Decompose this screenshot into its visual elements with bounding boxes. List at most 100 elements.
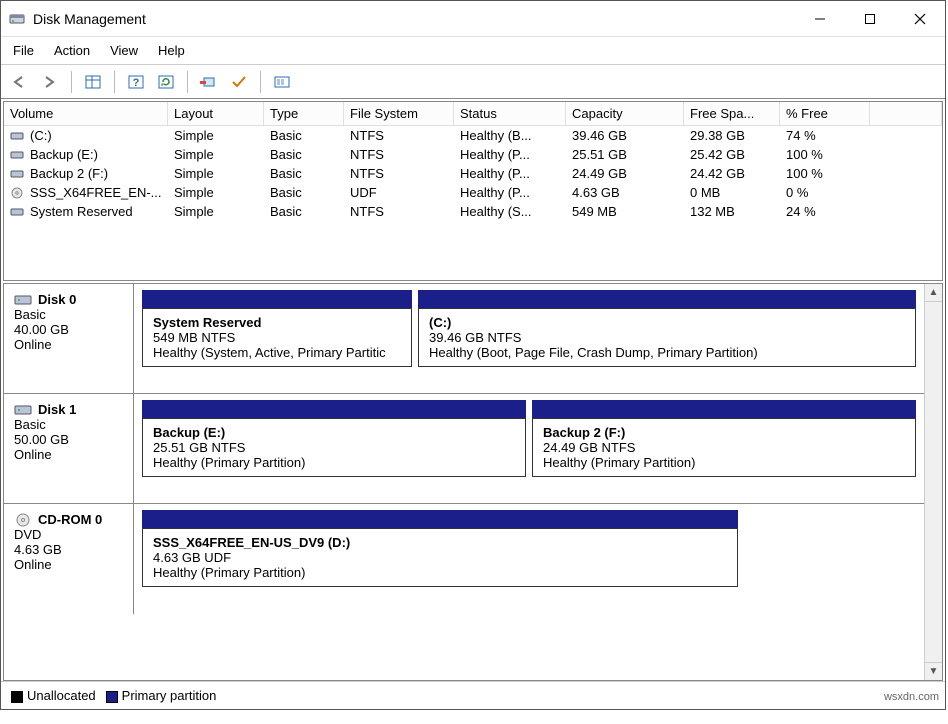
disk-info: Disk 0 Basic 40.00 GB Online bbox=[4, 284, 134, 393]
cell-layout: Simple bbox=[168, 126, 264, 145]
cell-pct-free: 24 % bbox=[780, 202, 870, 221]
table-row[interactable]: SSS_X64FREE_EN-...SimpleBasicUDFHealthy … bbox=[4, 183, 942, 202]
disk-graphical-pane: Disk 0 Basic 40.00 GB Online System Rese… bbox=[3, 283, 943, 681]
col-volume[interactable]: Volume bbox=[4, 102, 168, 125]
cell-volume: (C:) bbox=[4, 126, 168, 145]
partition-meta: 4.63 GB UDF bbox=[153, 550, 727, 565]
refresh-button[interactable] bbox=[153, 69, 179, 95]
rescan-disks-button[interactable] bbox=[196, 69, 222, 95]
legend: Unallocated Primary partition bbox=[1, 681, 945, 709]
partition-status: Healthy (Primary Partition) bbox=[543, 455, 905, 470]
hard-disk-icon bbox=[14, 293, 32, 307]
disk-size: 50.00 GB bbox=[14, 432, 127, 447]
table-row[interactable]: (C:)SimpleBasicNTFSHealthy (B...39.46 GB… bbox=[4, 126, 942, 145]
disk-title: Disk 0 bbox=[38, 292, 76, 307]
table-row[interactable]: System ReservedSimpleBasicNTFSHealthy (S… bbox=[4, 202, 942, 221]
disk-row[interactable]: Disk 0 Basic 40.00 GB Online System Rese… bbox=[4, 284, 924, 394]
cell-volume: System Reserved bbox=[4, 202, 168, 221]
partition-meta: 39.46 GB NTFS bbox=[429, 330, 905, 345]
view-list-button[interactable] bbox=[80, 69, 106, 95]
cell-status: Healthy (P... bbox=[454, 164, 566, 183]
hard-disk-icon bbox=[14, 403, 32, 417]
cell-layout: Simple bbox=[168, 164, 264, 183]
cd-icon bbox=[10, 187, 24, 199]
menu-file[interactable]: File bbox=[13, 43, 34, 58]
cell-layout: Simple bbox=[168, 145, 264, 164]
partition-block[interactable]: System Reserved 549 MB NTFS Healthy (Sys… bbox=[142, 308, 412, 367]
nav-back-button[interactable] bbox=[7, 69, 33, 95]
volume-table-header: Volume Layout Type File System Status Ca… bbox=[4, 102, 942, 126]
partition-bar bbox=[142, 400, 526, 418]
apply-button[interactable] bbox=[226, 69, 252, 95]
cell-status: Healthy (S... bbox=[454, 202, 566, 221]
col-layout[interactable]: Layout bbox=[168, 102, 264, 125]
cell-free-space: 25.42 GB bbox=[684, 145, 780, 164]
menu-action[interactable]: Action bbox=[54, 43, 90, 58]
partition-status: Healthy (Boot, Page File, Crash Dump, Pr… bbox=[429, 345, 905, 360]
swatch-unallocated-icon bbox=[11, 691, 23, 703]
partition-meta: 549 MB NTFS bbox=[153, 330, 401, 345]
cell-filesystem: NTFS bbox=[344, 202, 454, 221]
partition-meta: 25.51 GB NTFS bbox=[153, 440, 515, 455]
cell-type: Basic bbox=[264, 164, 344, 183]
disk-state: Online bbox=[14, 337, 127, 352]
partition-block[interactable]: Backup (E:) 25.51 GB NTFS Healthy (Prima… bbox=[142, 418, 526, 477]
settings-button[interactable] bbox=[269, 69, 295, 95]
cell-type: Basic bbox=[264, 145, 344, 164]
col-status[interactable]: Status bbox=[454, 102, 566, 125]
cell-filesystem: UDF bbox=[344, 183, 454, 202]
nav-forward-button[interactable] bbox=[37, 69, 63, 95]
cell-capacity: 25.51 GB bbox=[566, 145, 684, 164]
cell-layout: Simple bbox=[168, 183, 264, 202]
window-title: Disk Management bbox=[33, 11, 146, 27]
app-icon bbox=[9, 11, 25, 27]
col-capacity[interactable]: Capacity bbox=[566, 102, 684, 125]
cell-type: Basic bbox=[264, 202, 344, 221]
cell-free-space: 29.38 GB bbox=[684, 126, 780, 145]
cell-type: Basic bbox=[264, 126, 344, 145]
col-pct-free[interactable]: % Free bbox=[780, 102, 870, 125]
volume-icon bbox=[10, 168, 24, 180]
disk-row[interactable]: Disk 1 Basic 50.00 GB Online Backup (E:)… bbox=[4, 394, 924, 504]
col-filesystem[interactable]: File System bbox=[344, 102, 454, 125]
cell-volume: SSS_X64FREE_EN-... bbox=[4, 183, 168, 202]
maximize-button[interactable] bbox=[845, 1, 895, 36]
cell-capacity: 24.49 GB bbox=[566, 164, 684, 183]
cell-capacity: 549 MB bbox=[566, 202, 684, 221]
disk-type: DVD bbox=[14, 527, 127, 542]
minimize-button[interactable] bbox=[795, 1, 845, 36]
legend-primary-partition: Primary partition bbox=[106, 688, 217, 703]
col-free-space[interactable]: Free Spa... bbox=[684, 102, 780, 125]
table-row[interactable]: Backup (E:)SimpleBasicNTFSHealthy (P...2… bbox=[4, 145, 942, 164]
menu-help[interactable]: Help bbox=[158, 43, 185, 58]
disk-title: Disk 1 bbox=[38, 402, 76, 417]
svg-text:?: ? bbox=[133, 77, 140, 89]
cell-free-space: 132 MB bbox=[684, 202, 780, 221]
volume-table: Volume Layout Type File System Status Ca… bbox=[3, 101, 943, 281]
swatch-primary-icon bbox=[106, 691, 118, 703]
cd-rom-icon bbox=[14, 513, 32, 527]
vertical-scrollbar[interactable]: ▲ ▼ bbox=[924, 284, 942, 680]
menubar: File Action View Help bbox=[1, 37, 945, 65]
table-row[interactable]: Backup 2 (F:)SimpleBasicNTFSHealthy (P..… bbox=[4, 164, 942, 183]
scroll-down-icon[interactable]: ▼ bbox=[925, 662, 942, 680]
cell-free-space: 24.42 GB bbox=[684, 164, 780, 183]
cell-layout: Simple bbox=[168, 202, 264, 221]
menu-view[interactable]: View bbox=[110, 43, 138, 58]
disk-row[interactable]: CD-ROM 0 DVD 4.63 GB Online SSS_X64FREE_… bbox=[4, 504, 924, 614]
partition-block[interactable]: Backup 2 (F:) 24.49 GB NTFS Healthy (Pri… bbox=[532, 418, 916, 477]
disk-size: 4.63 GB bbox=[14, 542, 127, 557]
partition-block[interactable]: (C:) 39.46 GB NTFS Healthy (Boot, Page F… bbox=[418, 308, 916, 367]
partition-block[interactable]: SSS_X64FREE_EN-US_DV9 (D:) 4.63 GB UDF H… bbox=[142, 528, 738, 587]
col-type[interactable]: Type bbox=[264, 102, 344, 125]
help-button[interactable]: ? bbox=[123, 69, 149, 95]
cell-free-space: 0 MB bbox=[684, 183, 780, 202]
cell-filesystem: NTFS bbox=[344, 164, 454, 183]
close-button[interactable] bbox=[895, 1, 945, 36]
partition-status: Healthy (Primary Partition) bbox=[153, 455, 515, 470]
scroll-up-icon[interactable]: ▲ bbox=[925, 284, 942, 302]
cell-pct-free: 100 % bbox=[780, 145, 870, 164]
volume-icon bbox=[10, 130, 24, 142]
cell-volume: Backup 2 (F:) bbox=[4, 164, 168, 183]
cell-type: Basic bbox=[264, 183, 344, 202]
